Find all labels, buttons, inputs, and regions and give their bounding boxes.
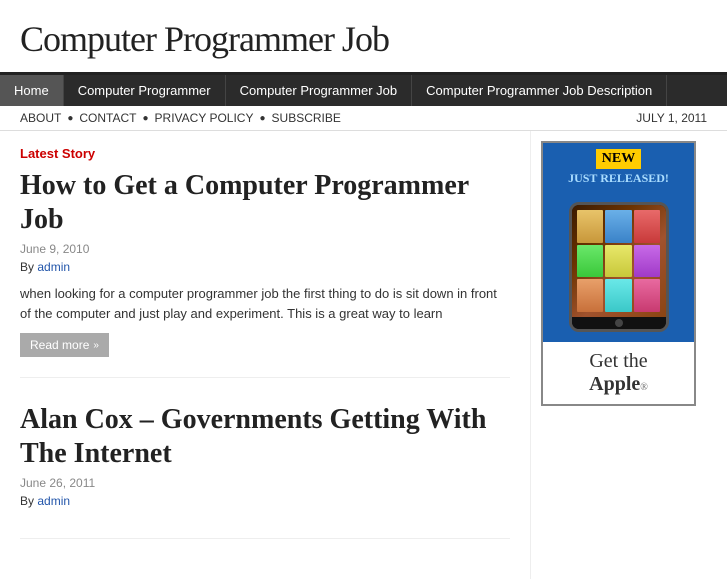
ad-get-the: Get the	[551, 350, 686, 373]
read-more-label: Read more	[30, 338, 89, 352]
book-thumb-2	[605, 210, 632, 243]
nav-item-home[interactable]: Home	[0, 75, 64, 106]
subnav-about[interactable]: ABOUT	[20, 111, 61, 125]
article-1-read-more[interactable]: Read more »	[20, 333, 109, 357]
site-header: Computer Programmer Job	[0, 0, 727, 75]
content-wrapper: Latest Story How to Get a Computer Progr…	[0, 131, 727, 579]
book-thumb-7	[577, 279, 604, 312]
ad-bottom-text: Get the Apple®	[543, 342, 694, 404]
article-1-title[interactable]: How to Get a Computer Programmer Job	[20, 169, 510, 236]
ad-apple-label: Apple	[589, 373, 640, 395]
subnav-subscribe[interactable]: SUBSCRIBE	[272, 111, 341, 125]
ipad-mockup	[569, 202, 669, 332]
subnav-privacy[interactable]: PRIVACY POLICY	[155, 111, 254, 125]
ad-banner: NEW JUST RELEASED!	[543, 143, 694, 192]
nav-item-job-description[interactable]: Computer Programmer Job Description	[412, 75, 667, 106]
subnav-contact[interactable]: CONTACT	[79, 111, 136, 125]
article-1: How to Get a Computer Programmer Job Jun…	[20, 169, 510, 378]
latest-story-label: Latest Story	[20, 146, 510, 161]
sidebar-ad[interactable]: NEW JUST RELEASED!	[541, 141, 696, 406]
subnav-sep-1: ●	[67, 113, 73, 124]
sub-nav-links: ABOUT ● CONTACT ● PRIVACY POLICY ● SUBSC…	[20, 111, 341, 125]
ad-new-label: NEW	[596, 149, 641, 169]
nav-item-computer-programmer[interactable]: Computer Programmer	[64, 75, 226, 106]
article-1-excerpt: when looking for a computer programmer j…	[20, 284, 510, 323]
book-thumb-8	[605, 279, 632, 312]
article-2-by: By admin	[20, 494, 510, 508]
subnav-sep-3: ●	[259, 113, 265, 124]
book-thumb-3	[634, 210, 661, 243]
nav-item-computer-programmer-job[interactable]: Computer Programmer Job	[226, 75, 413, 106]
article-2-title-link[interactable]: Alan Cox – Governments Getting With The …	[20, 404, 486, 469]
article-1-date: June 9, 2010	[20, 242, 510, 256]
site-title: Computer Programmer Job	[20, 18, 707, 60]
sub-nav-date: JULY 1, 2011	[636, 111, 707, 125]
book-thumb-9	[634, 279, 661, 312]
subnav-sep-2: ●	[143, 113, 149, 124]
article-2: Alan Cox – Governments Getting With The …	[20, 403, 510, 539]
ipad-screen	[572, 205, 666, 317]
ad-apple-line: Apple®	[551, 373, 686, 396]
main-nav: Home Computer Programmer Computer Progra…	[0, 75, 727, 106]
article-1-by: By admin	[20, 260, 510, 274]
article-1-author-link[interactable]: admin	[37, 260, 70, 274]
book-thumb-6	[634, 245, 661, 278]
read-more-arrow: »	[93, 340, 99, 351]
book-thumb-5	[605, 245, 632, 278]
ad-trademark: ®	[640, 382, 648, 393]
book-thumb-4	[577, 245, 604, 278]
article-2-date: June 26, 2011	[20, 476, 510, 490]
sub-nav: ABOUT ● CONTACT ● PRIVACY POLICY ● SUBSC…	[0, 106, 727, 131]
sidebar: NEW JUST RELEASED!	[530, 131, 705, 579]
article-2-title[interactable]: Alan Cox – Governments Getting With The …	[20, 403, 510, 470]
article-1-title-link[interactable]: How to Get a Computer Programmer Job	[20, 170, 469, 235]
ad-just-released: JUST RELEASED!	[551, 171, 686, 186]
ipad-bottom	[572, 317, 666, 329]
book-thumb-1	[577, 210, 604, 243]
article-2-author-link[interactable]: admin	[37, 494, 70, 508]
main-content: Latest Story How to Get a Computer Progr…	[0, 131, 530, 579]
ipad-home-button	[615, 319, 623, 327]
ad-device-image	[543, 192, 694, 342]
